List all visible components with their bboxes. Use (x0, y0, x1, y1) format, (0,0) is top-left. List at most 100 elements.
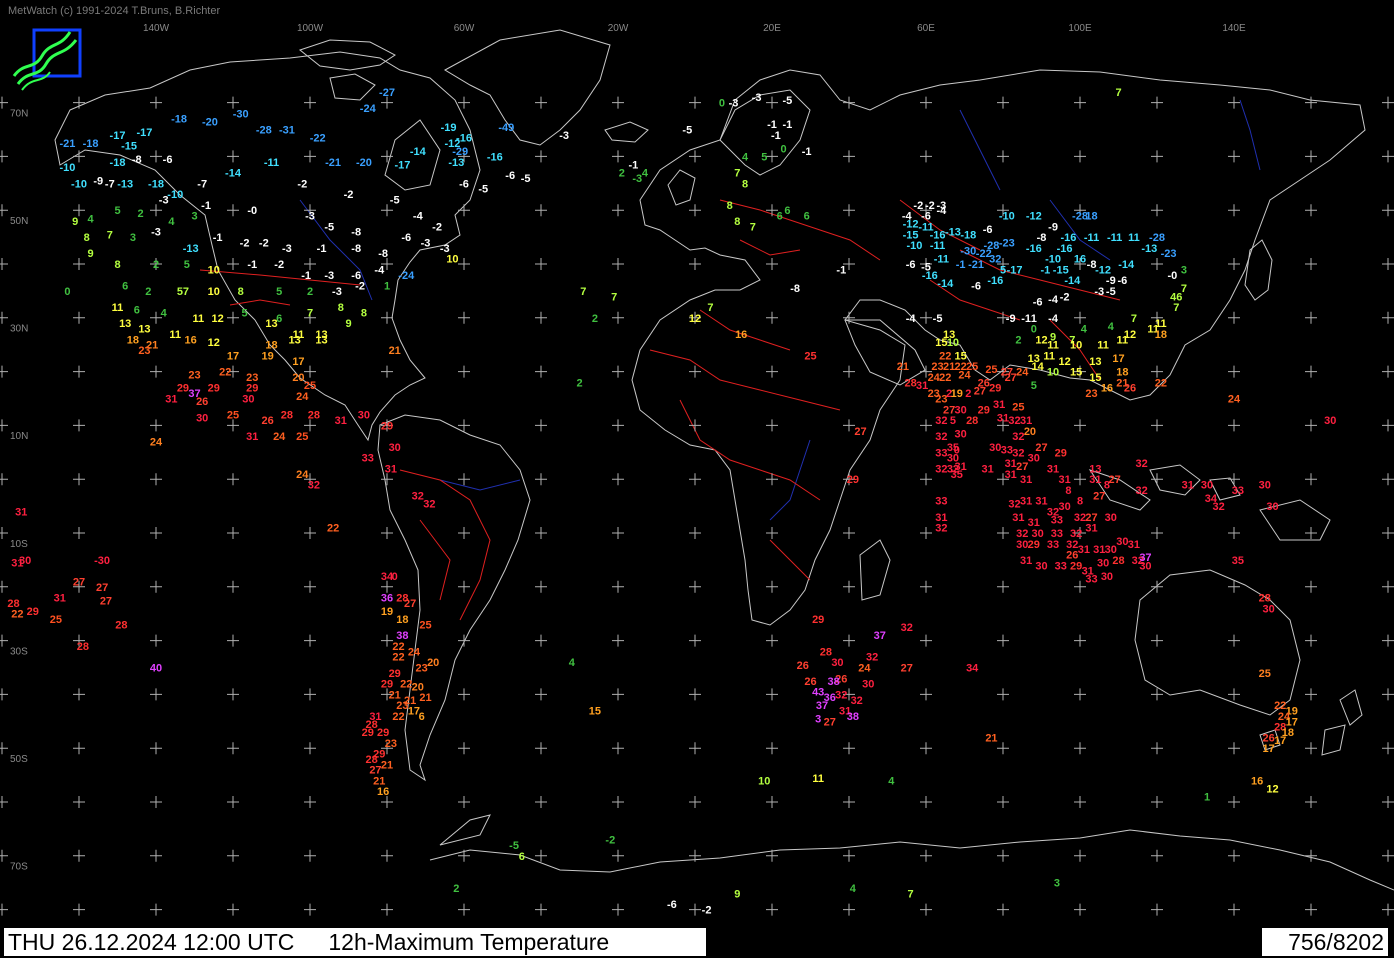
temperature-value: 0 (64, 286, 70, 298)
temperature-value: 25 (50, 614, 62, 626)
temperature-value: -17 (136, 127, 152, 139)
temperature-value: -2 (1060, 291, 1070, 303)
temperature-value: 2 (592, 313, 598, 325)
temperature-value: -9 (93, 176, 103, 188)
temperature-value: -21 (968, 259, 984, 271)
temperature-value: 29 (27, 606, 39, 618)
temperature-value: 31 (981, 463, 993, 475)
temperature-value: 27 (824, 716, 836, 728)
temperature-value: 28 (820, 646, 832, 658)
temperature-value: -7 (105, 178, 115, 190)
temperature-value: 32 (935, 463, 947, 475)
temperature-value: 27 (1016, 461, 1028, 473)
temperature-value: 7 (734, 168, 740, 180)
temperature-value: 33 (935, 447, 947, 459)
temperature-value: -8 (378, 248, 388, 260)
temperature-value: 19 (262, 350, 274, 362)
temperature-value: 31 (54, 593, 66, 605)
temperature-value: 11 (169, 329, 181, 341)
longitude-label: 60E (917, 23, 935, 34)
temperature-value: 28 (281, 410, 293, 422)
temperature-value: -49 (498, 122, 514, 134)
temperature-value: 30 (1266, 501, 1278, 513)
temperature-value: 7 (1131, 313, 1137, 325)
temperature-value: 5 (276, 286, 282, 298)
temperature-value: -28 (983, 240, 999, 252)
latitude-label: 30N (10, 324, 28, 335)
temperature-value: 32 (1135, 485, 1147, 497)
temperature-value: 12 (689, 313, 701, 325)
temperature-value: 21 (985, 732, 997, 744)
temperature-value: -2 (432, 221, 442, 233)
temperature-value: -1 (629, 159, 639, 171)
temperature-value: 24 (150, 437, 163, 449)
temperature-value: 31 (1078, 544, 1090, 556)
temperature-value: -3 (159, 194, 169, 206)
temperature-value: 29 (847, 474, 859, 486)
temperature-value: 1 (384, 281, 390, 293)
temperature-value: 0 (719, 98, 725, 110)
temperature-value: 22 (11, 609, 23, 621)
temperature-value: 10 (758, 775, 770, 787)
temperature-value: 9 (87, 248, 93, 260)
temperature-value: -2 (240, 237, 250, 249)
temperature-value: 31 (1093, 544, 1105, 556)
temperature-value: -13 (945, 227, 961, 239)
temperature-value: -21 (59, 138, 75, 150)
temperature-value: 7 (107, 229, 113, 241)
temperature-value: -6 (505, 170, 515, 182)
temperature-value: 10 (208, 286, 220, 298)
temperature-value: 31 (1020, 555, 1032, 567)
temperature-value: 6 (134, 305, 140, 317)
temperature-value: 30 (19, 555, 31, 567)
temperature-value: 38 (847, 711, 859, 723)
temperature-value: 2 (576, 377, 582, 389)
latitude-label: 50N (10, 216, 28, 227)
latitude-label: 50S (10, 754, 28, 765)
temperature-value: 29 (978, 404, 990, 416)
temperature-value: 13 (288, 334, 300, 346)
temperature-value: -28 (256, 125, 272, 137)
temperature-value: -16 (987, 275, 1003, 287)
temperature-value: 17 (1263, 743, 1275, 755)
temperature-value: 22 (392, 711, 404, 723)
temperature-value: -6 (163, 154, 173, 166)
map-canvas: 140W 100W 60W 20W 20E 60E 100E 140E 70N 50N 30N 10N… (0, 0, 1394, 928)
temperature-value: 22 (392, 652, 404, 664)
temperature-value: 31 (1085, 523, 1097, 535)
temperature-value: 25 (296, 431, 308, 443)
temperature-value: 31 (335, 415, 347, 427)
temperature-value: -18 (83, 138, 99, 150)
temperature-value: 26 (1066, 550, 1078, 562)
temperature-value: 32 (935, 523, 947, 535)
temperature-value: 6 (804, 211, 810, 223)
temperature-value: 4 (168, 216, 175, 228)
temperature-value: 30 (1324, 415, 1336, 427)
temperature-value: 31 (1035, 496, 1047, 508)
temperature-value: 7 (707, 302, 713, 314)
temperature-value: -11 (1107, 232, 1122, 244)
footer-bar: THU 26.12.2024 12:00 UTC 12h-Maximum Temp… (0, 928, 1394, 958)
temperature-value: 2 (145, 286, 151, 298)
temperature-value: -5 (1106, 286, 1116, 298)
footer-datetime: THU 26.12.2024 12:00 UTC (8, 929, 295, 955)
temperature-value: 22 (400, 679, 412, 691)
temperature-value: -18 (171, 114, 187, 126)
temperature-value: -14 (410, 146, 427, 158)
temperature-value: 21 (897, 361, 909, 373)
temperature-value: 7 (1181, 283, 1187, 295)
temperature-value: 22 (939, 372, 951, 384)
temperature-value: 10 (947, 337, 959, 349)
temperature-value: 26 (1124, 383, 1136, 395)
temperature-value: -6 (971, 281, 981, 293)
temperature-value: 30 (1016, 539, 1028, 551)
temperature-value: 30 (1105, 512, 1117, 524)
temperature-value: 30 (358, 410, 370, 422)
temperature-value: 29 (177, 383, 189, 395)
temperature-value: -17 (394, 159, 410, 171)
temperature-value: -1 (1021, 313, 1031, 325)
temperature-value: 20 (1024, 426, 1036, 438)
temperature-value: -10 (71, 178, 87, 190)
temperature-value: 33 (1047, 539, 1059, 551)
temperature-value: -1 (317, 243, 327, 255)
